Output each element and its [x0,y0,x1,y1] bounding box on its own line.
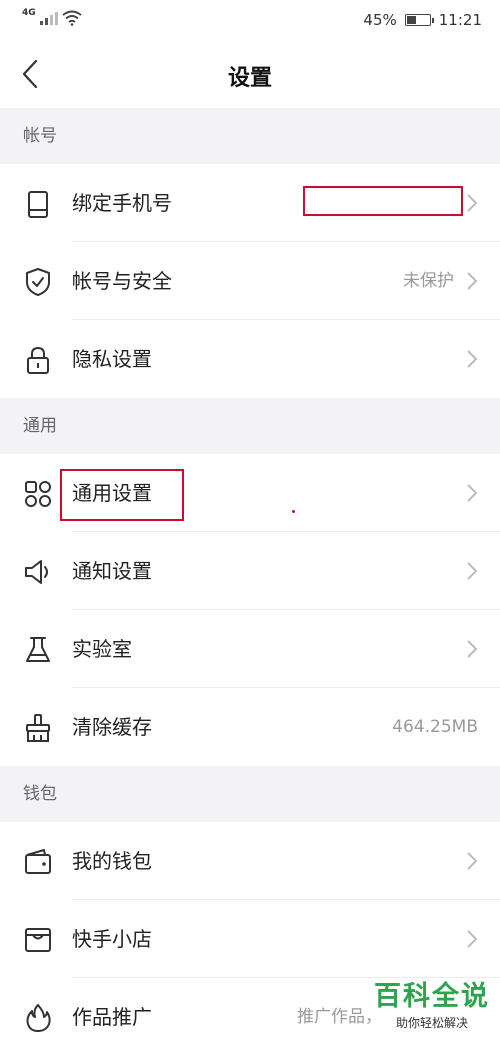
flame-icon [26,1004,51,1032]
network-type: 4G [22,8,36,18]
row-value: 未保护 [403,271,454,291]
row-my-wallet[interactable]: 我的钱包 [0,822,500,900]
chevron-right-icon [467,852,478,870]
row-label: 作品推广 [72,1005,152,1029]
row-label: 快手小店 [72,927,152,951]
row-label: 清除缓存 [72,715,152,739]
row-label: 通知设置 [72,559,152,583]
annotation-dot [292,510,295,513]
flask-icon [26,637,50,662]
row-clear-cache[interactable]: 清除缓存 464.25MB [0,688,500,766]
row-label: 绑定手机号 [72,191,172,215]
chevron-right-icon [467,930,478,948]
annotation-box-general [60,469,184,521]
watermark: 百科全说 助你轻松解决 [374,980,490,1031]
chevron-right-icon [467,272,478,290]
speaker-icon [25,560,48,584]
chevron-right-icon [467,484,478,502]
chevron-right-icon [467,194,478,212]
status-bar: 4G 45% 11:21 [0,0,500,40]
status-right: 45% 11:21 [363,11,482,29]
row-privacy[interactable]: 隐私设置 [0,320,500,398]
nav-bar: 设置 [0,40,500,108]
phone-icon [28,191,48,218]
row-value: 推广作品， [297,1007,382,1027]
signal-icon [39,12,58,25]
watermark-subtitle: 助你轻松解决 [395,1016,468,1030]
chevron-right-icon [467,562,478,580]
broom-icon [26,714,50,742]
battery-percent: 45% [363,11,397,29]
wifi-icon [62,10,82,26]
row-label: 实验室 [72,637,132,661]
page-title: 设置 [227,66,272,91]
row-label: 帐号与安全 [72,269,172,293]
row-notification-settings[interactable]: 通知设置 [0,532,500,610]
row-kuaishou-store[interactable]: 快手小店 [0,900,500,978]
clock: 11:21 [438,11,482,29]
cache-size: 464.25MB [392,717,478,737]
row-label: 隐私设置 [72,347,152,371]
battery-icon [404,14,434,26]
watermark-title: 百科全说 [374,981,490,1012]
grid-icon [25,481,51,507]
store-icon [25,928,51,952]
row-lab[interactable]: 实验室 [0,610,500,688]
row-label: 我的钱包 [72,849,152,873]
lock-icon [27,346,49,374]
chevron-right-icon [467,350,478,368]
wallet-icon [25,849,51,874]
section-header-wallet: 钱包 [0,766,500,822]
annotation-box-phone [303,186,463,216]
section-header-account: 帐号 [0,108,500,164]
status-left: 4G [22,8,82,26]
battery-level [406,16,416,24]
section-header-general: 通用 [0,398,500,454]
row-account-security[interactable]: 帐号与安全 未保护 [0,242,500,320]
shield-icon [26,268,50,296]
chevron-right-icon [467,640,478,658]
